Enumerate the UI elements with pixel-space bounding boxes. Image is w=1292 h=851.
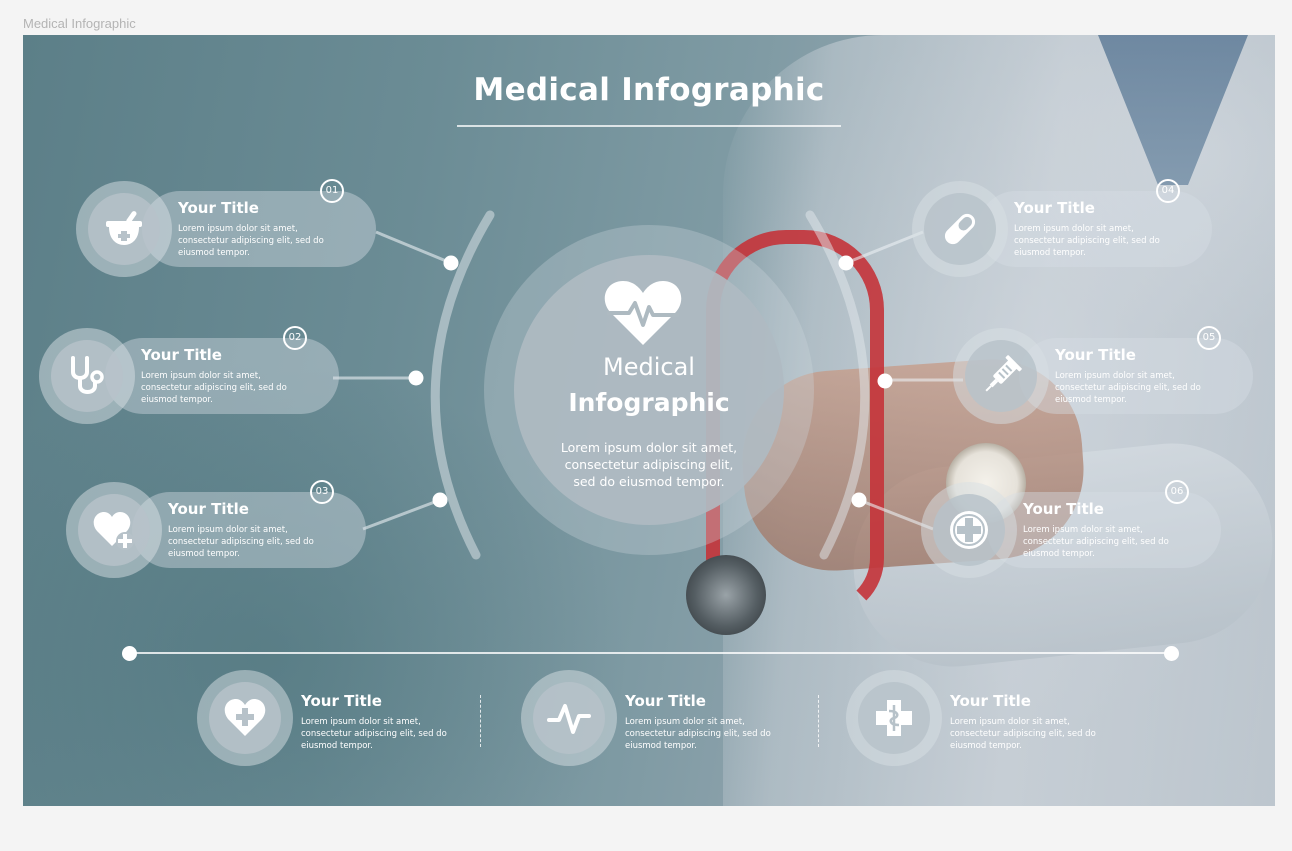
pill-icon [944,213,976,245]
item-01: Your Title Lorem ipsum dolor sit amet, c… [76,179,376,277]
item-number-badge: 06 [1165,480,1189,504]
bottom-separator [480,695,481,747]
item-title: Your Title [1055,346,1136,364]
pharmacy-cross-icon [876,700,912,736]
center-description: Lorem ipsum dolor sit amet, consectetur … [560,440,738,489]
item-title: Your Title [1014,199,1095,217]
item-icon-frame [846,670,942,766]
item-text: Lorem ipsum dolor sit amet, consectetur … [1023,525,1169,559]
item-04: Your Title Lorem ipsum dolor sit amet, c… [912,179,1212,277]
medical-cross-icon [950,511,988,549]
item-text: Lorem ipsum dolor sit amet, consectetur … [178,224,324,258]
frame-label: Medical Infographic [23,16,136,31]
connector-dot-01 [443,255,459,271]
item-02: Your Title Lorem ipsum dolor sit amet, c… [39,326,339,424]
item-number-badge: 05 [1197,326,1221,350]
item-title: Your Title [141,346,222,364]
connector-dot-04 [838,255,854,271]
heart-cross-icon [224,699,266,736]
heartbeat-icon [604,281,682,345]
item-text: Lorem ipsum dolor sit amet, consectetur … [625,717,771,751]
item-title: Your Title [178,199,259,217]
item-number-badge: 04 [1156,179,1180,203]
item-text: Lorem ipsum dolor sit amet, consectetur … [950,717,1096,751]
item-title: Your Title [625,692,706,710]
pulse-icon [547,704,591,734]
bottom-item-1: Your Title Lorem ipsum dolor sit amet, c… [197,670,487,766]
item-text: Lorem ipsum dolor sit amet, consectetur … [168,525,314,559]
item-number-badge: 03 [310,480,334,504]
center-circle: Medical Infographic Lorem ipsum dolor si… [514,255,784,525]
center-title-line2: Infographic [568,388,730,417]
item-icon-frame [76,181,172,277]
bottom-item-3: Your Title Lorem ipsum dolor sit amet, c… [846,670,1136,766]
connector-01 [375,230,452,265]
item-title: Your Title [301,692,382,710]
stethoscope-icon [71,356,104,394]
item-icon-frame [521,670,617,766]
connector-dot-03 [432,492,448,508]
item-icon-frame [66,482,162,578]
connector-dot-06 [851,492,867,508]
connector-dot-02 [408,370,424,386]
item-icon-frame [921,482,1017,578]
item-title: Your Title [1023,500,1104,518]
bottom-separator [818,695,819,747]
item-text: Lorem ipsum dolor sit amet, consectetur … [301,717,447,751]
bottom-item-2: Your Title Lorem ipsum dolor sit amet, c… [521,670,811,766]
timeline-start-dot [122,646,137,661]
item-icon-frame [953,328,1049,424]
item-icon-frame [39,328,135,424]
item-title: Your Title [950,692,1031,710]
item-text: Lorem ipsum dolor sit amet, consectetur … [141,371,287,405]
item-icon-frame [912,181,1008,277]
item-number-badge: 02 [283,326,307,350]
item-06: Your Title Lorem ipsum dolor sit amet, c… [921,480,1221,578]
item-icon-frame [197,670,293,766]
item-text: Lorem ipsum dolor sit amet, consectetur … [1014,224,1160,258]
timeline-end-dot [1164,646,1179,661]
center-title-line1: Medical [603,353,695,381]
item-title: Your Title [168,500,249,518]
item-number-badge: 01 [320,179,344,203]
connector-03 [362,498,441,531]
item-text: Lorem ipsum dolor sit amet, consectetur … [1055,371,1201,405]
item-03: Your Title Lorem ipsum dolor sit amet, c… [66,480,366,578]
item-05: Your Title Lorem ipsum dolor sit amet, c… [953,326,1253,424]
mortar-pestle-icon [106,211,142,245]
infographic-canvas: Medical Infographic Medical Infographic … [23,35,1275,806]
syringe-icon [985,355,1022,392]
connector-dot-05 [877,373,893,389]
timeline-line [130,652,1172,654]
heart-plus-icon [93,512,134,550]
